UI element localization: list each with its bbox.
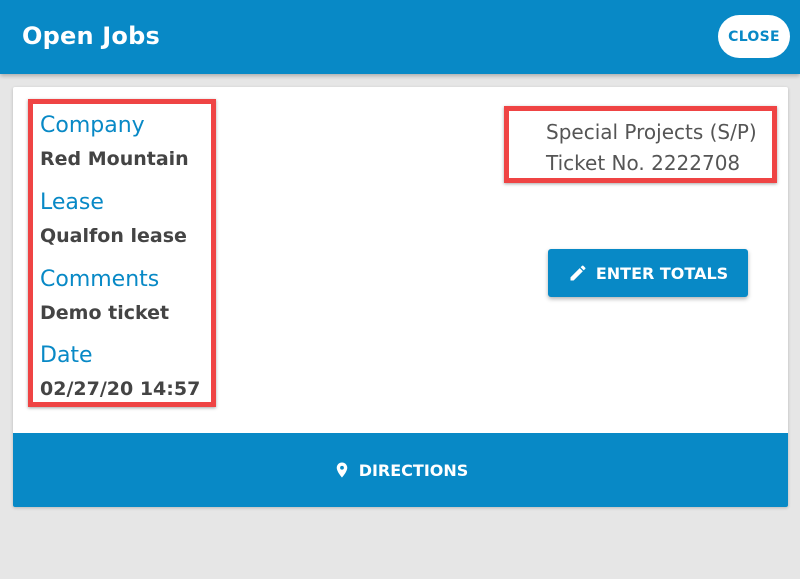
map-pin-icon [333,459,351,481]
app-bar: Open Jobs CLOSE [0,0,800,74]
close-button[interactable]: CLOSE [718,15,790,58]
highlight-box-ticket [504,106,777,183]
page-title: Open Jobs [22,22,160,50]
enter-totals-button[interactable]: ENTER TOTALS [548,249,748,297]
directions-label: DIRECTIONS [358,460,469,480]
highlight-box-fields [28,99,216,407]
job-card: Company Red Mountain Lease Qualfon lease… [13,87,788,507]
directions-button[interactable]: DIRECTIONS [13,433,788,507]
enter-totals-label: ENTER TOTALS [595,263,729,283]
pencil-icon [568,263,588,283]
